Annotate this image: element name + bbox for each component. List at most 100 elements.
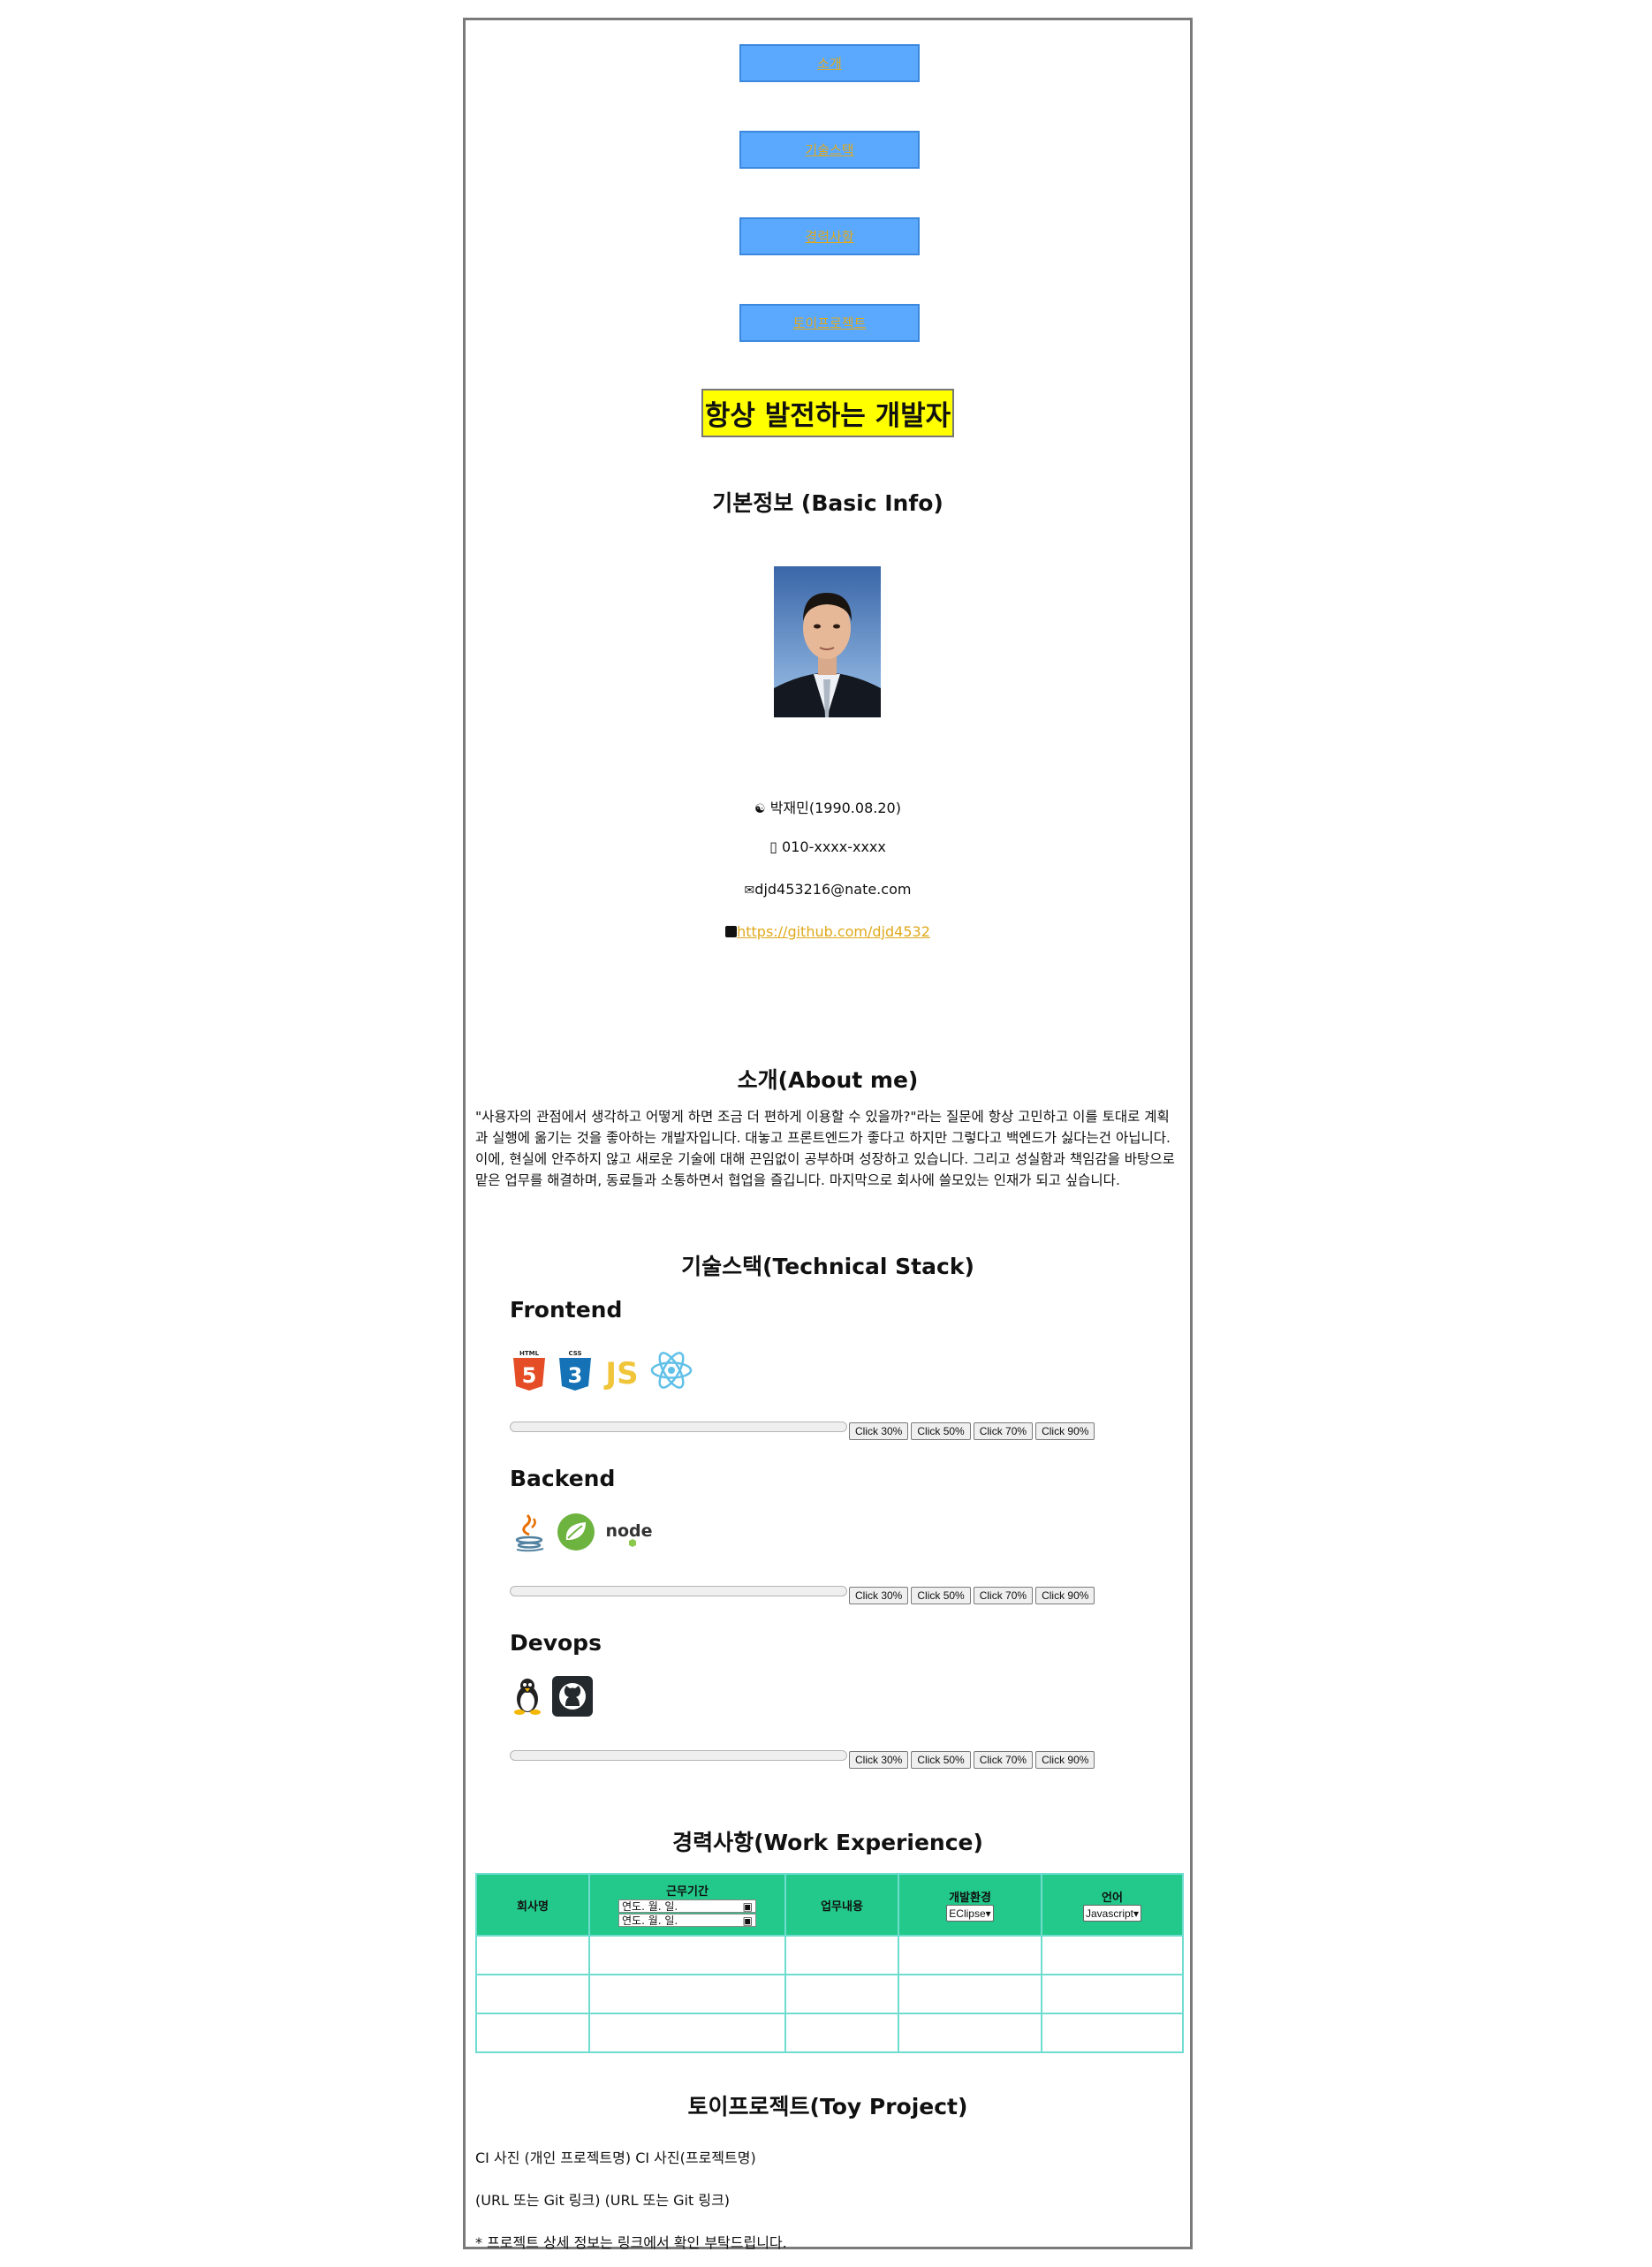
table-cell [898,1935,1042,1975]
backend-click-30-button[interactable]: Click 30% [849,1587,909,1604]
start-date-input[interactable]: 연도. 월. 일. ▣ [618,1899,756,1913]
devops-buttons: Click 30% Click 50% Click 70% Click 90% [849,1751,1095,1769]
resume-page: 소개 기술스택 경력사항 토이프로젝트 항상 발전하는 개발자 기본정보 (Ba… [463,18,1193,2251]
nodejs-icon: node [605,1521,653,1547]
frontend-icons: HTML 5 CSS 3 JS [510,1348,693,1392]
header-language: 언어 Javascript ▾ [1041,1873,1184,1937]
table-cell [588,2013,786,2053]
about-text: "사용자의 관점에서 생각하고 어떻게 하면 조금 더 편하게 이용할 수 있을… [475,1109,1175,1188]
svg-text:node: node [605,1521,652,1541]
phone-icon: ▯ [769,838,777,855]
devops-click-50-button[interactable]: Click 50% [911,1751,971,1769]
table-row [475,1974,1184,2014]
github-small-icon [725,926,738,937]
basic-info-title: 기본정보 (Basic Info) [712,490,943,516]
end-date-placeholder: 연도. 월. 일. [622,1914,678,1927]
calendar-icon: ▣ [742,1914,753,1927]
javascript-icon: JS [603,1356,638,1391]
toy-title: 토이프로젝트(Toy Project) [687,2094,968,2119]
header-company: 회사명 [475,1873,590,1937]
language-select-value: Javascript [1085,1907,1133,1920]
svg-text:3: 3 [568,1363,583,1388]
table-row [475,2013,1184,2053]
devops-title: Devops [510,1630,602,1656]
end-date-input[interactable]: 연도. 월. 일. ▣ [618,1914,756,1927]
toy-line-links: (URL 또는 Git 링크) (URL 또는 Git 링크) [475,2192,731,2209]
profile-photo [774,566,881,717]
backend-progress-bar [510,1586,847,1596]
table-cell [1041,1974,1184,2014]
backend-click-50-button[interactable]: Click 50% [911,1587,971,1604]
devops-icons [510,1676,593,1717]
spring-icon [557,1513,595,1551]
frontend-progress-bar [510,1422,847,1432]
svg-text:JS: JS [603,1356,638,1391]
start-date-placeholder: 연도. 월. 일. [622,1900,678,1913]
about-title: 소개(About me) [737,1067,919,1093]
backend-click-90-button[interactable]: Click 90% [1035,1587,1095,1604]
table-cell [588,1974,786,2014]
env-select-value: EClipse [949,1907,986,1920]
frontend-click-50-button[interactable]: Click 50% [911,1422,971,1440]
person-icon: ☯ [754,802,766,816]
nav-toy-link[interactable]: 토이프로젝트 [739,304,920,342]
work-title: 경력사항(Work Experience) [672,1830,983,1855]
svg-text:5: 5 [522,1363,537,1388]
header-env: 개발환경 EClipse ▾ [898,1873,1042,1937]
table-cell [784,1935,899,1975]
backend-title: Backend [510,1466,616,1491]
frontend-click-70-button[interactable]: Click 70% [973,1422,1034,1440]
table-cell [588,1935,786,1975]
nav-work-link[interactable]: 경력사항 [739,217,920,255]
profile-photo-image [774,566,881,717]
env-select[interactable]: EClipse ▾ [946,1905,994,1922]
table-cell [1041,2013,1184,2053]
language-select[interactable]: Javascript ▾ [1082,1905,1142,1922]
github-link[interactable]: https://github.com/djd4532 [737,923,930,940]
svg-text:CSS: CSS [568,1350,581,1357]
toy-line-ci: CI 사진 (개인 프로젝트명) CI 사진(프로젝트명) [475,2149,756,2166]
linux-icon [514,1679,541,1715]
work-table-header-row: 회사명 근무기간 연도. 월. 일. ▣ 연도. 월. 일. ▣ 업무내용 개발… [475,1873,1184,1937]
github-icon [552,1676,593,1717]
name-line: ☯ 박재민(1990.08.20) [466,796,1190,817]
frontend-title: Frontend [510,1297,623,1323]
java-icon [515,1513,544,1552]
header-language-label: 언어 [1102,1892,1123,1905]
svg-text:HTML: HTML [519,1350,540,1357]
table-cell [475,2013,590,2053]
mail-icon: ✉ [744,883,755,898]
chevron-down-icon: ▾ [985,1907,991,1920]
email-line: ✉djd453216@nate.com [466,881,1190,898]
header-env-label: 개발환경 [949,1892,991,1905]
header-duties: 업무내용 [784,1873,899,1937]
table-cell [898,2013,1042,2053]
phone-text: 010-xxxx-xxxx [782,838,886,855]
github-line: https://github.com/djd4532 [466,923,1190,940]
html5-icon: HTML 5 [513,1350,545,1391]
frontend-click-90-button[interactable]: Click 90% [1035,1422,1095,1440]
frontend-click-30-button[interactable]: Click 30% [849,1422,909,1440]
stack-title: 기술스택(Technical Stack) [681,1254,974,1279]
phone-line: ▯ 010-xxxx-xxxx [466,838,1190,855]
nav-about-link[interactable]: 소개 [739,44,920,82]
table-cell [784,1974,899,2014]
table-row [475,1935,1184,1975]
react-icon [650,1352,693,1389]
headline: 항상 발전하는 개발자 [466,389,1190,437]
table-cell [475,1974,590,2014]
table-cell [475,1935,590,1975]
devops-progress-bar [510,1750,847,1761]
devops-click-90-button[interactable]: Click 90% [1035,1751,1095,1769]
header-period-label: 근무기간 [666,1885,709,1899]
css3-icon: CSS 3 [559,1350,591,1391]
calendar-icon: ▣ [742,1899,753,1913]
backend-click-70-button[interactable]: Click 70% [973,1587,1034,1604]
frontend-buttons: Click 30% Click 50% Click 70% Click 90% [849,1422,1095,1440]
table-cell [784,2013,899,2053]
chevron-down-icon: ▾ [1133,1907,1140,1920]
devops-click-30-button[interactable]: Click 30% [849,1751,909,1769]
nav-stack-link[interactable]: 기술스택 [739,131,920,169]
devops-click-70-button[interactable]: Click 70% [973,1751,1034,1769]
headline-text: 항상 발전하는 개발자 [701,389,955,437]
